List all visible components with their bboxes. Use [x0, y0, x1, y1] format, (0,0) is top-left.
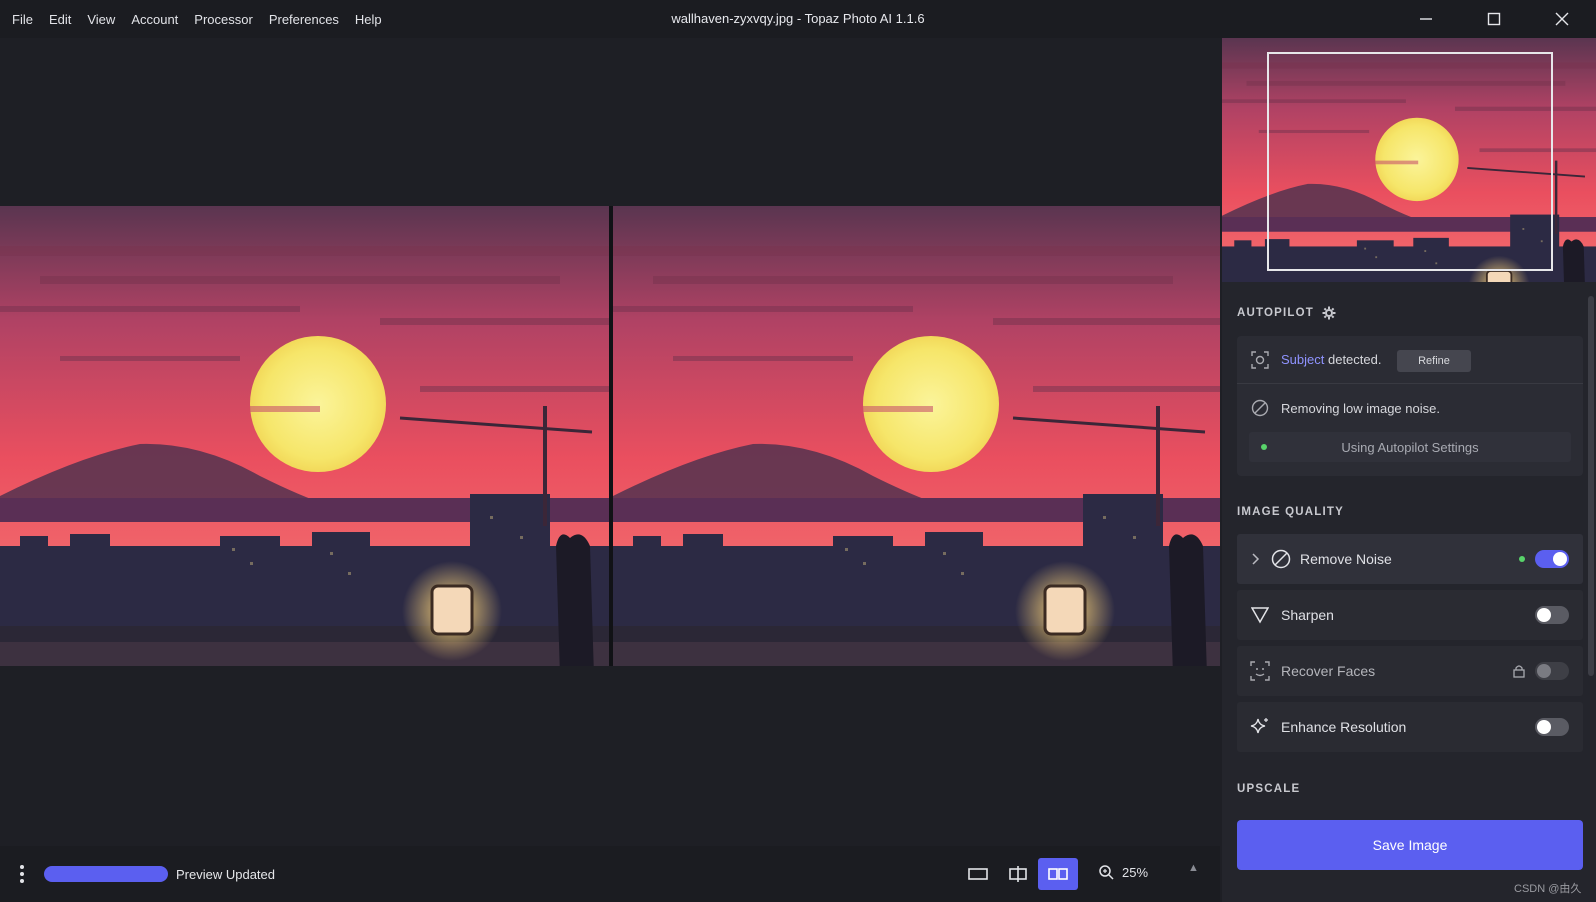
menu-processor[interactable]: Processor: [194, 12, 253, 27]
panel-scrollbar[interactable]: [1588, 296, 1594, 676]
original-image-pane[interactable]: [0, 206, 610, 666]
chevron-right-icon[interactable]: [1251, 553, 1261, 565]
filter-row-enhance-resolution[interactable]: Enhance Resolution: [1237, 702, 1583, 752]
enhance-resolution-toggle[interactable]: [1535, 718, 1569, 736]
original-image: [0, 206, 610, 666]
save-image-button[interactable]: Save Image: [1237, 820, 1583, 870]
watermark-text: CSDN @由久: [1514, 883, 1582, 895]
kebab-menu-icon: [20, 865, 24, 883]
close-icon: [1555, 12, 1569, 26]
menu-edit[interactable]: Edit: [49, 12, 71, 27]
preview-status: Preview Updated: [176, 866, 275, 882]
split-view-icon: [1009, 866, 1027, 882]
single-view-button[interactable]: [958, 858, 998, 890]
navigator-thumbnail[interactable]: [1222, 38, 1596, 282]
zoom-icon: [1099, 865, 1114, 880]
image-quality-section-title: IMAGE QUALITY: [1237, 506, 1344, 518]
recover-faces-icon: [1250, 661, 1270, 681]
lock-icon: [1513, 665, 1525, 678]
refine-button[interactable]: Refine: [1397, 350, 1471, 372]
toggle-knob: [1553, 552, 1567, 566]
sparkle-icon: [1250, 718, 1268, 734]
menu-help[interactable]: Help: [355, 12, 382, 27]
view-mode-group: [958, 858, 1078, 890]
side-by-side-view-button[interactable]: [1038, 858, 1078, 890]
filter-row-recover-faces[interactable]: Recover Faces: [1237, 646, 1583, 696]
autopilot-settings-label: Using Autopilot Settings: [1341, 439, 1479, 455]
autopilot-card: Subject detected. Refine Removing low im…: [1237, 336, 1583, 476]
remove-noise-toggle[interactable]: [1535, 550, 1569, 568]
remove-noise-status-dot: [1519, 556, 1525, 562]
enhance-resolution-label: Enhance Resolution: [1281, 719, 1407, 735]
toggle-knob: [1537, 664, 1551, 678]
bottom-bar: Preview Updated 25% ▲: [0, 846, 1220, 902]
maximize-button[interactable]: [1460, 0, 1528, 38]
navigator-viewport-frame[interactable]: [1267, 52, 1553, 271]
side-by-side-icon: [1048, 868, 1068, 880]
filter-row-sharpen[interactable]: Sharpen: [1237, 590, 1583, 640]
menu-bar: File Edit View Account Processor Prefere…: [0, 0, 398, 38]
zoom-level: 25%: [1122, 864, 1149, 880]
subject-detect-icon: [1251, 351, 1269, 369]
menu-file[interactable]: File: [12, 12, 33, 27]
noise-message: Removing low image noise.: [1281, 401, 1440, 416]
noise-icon: [1251, 399, 1269, 417]
recover-faces-label: Recover Faces: [1281, 663, 1376, 679]
sharpen-icon: [1251, 607, 1269, 624]
subject-link[interactable]: Subject: [1281, 352, 1324, 367]
filter-row-remove-noise[interactable]: Remove Noise: [1237, 534, 1583, 584]
zoom-caret-icon[interactable]: ▲: [1188, 862, 1199, 874]
minimize-icon: [1420, 18, 1432, 20]
minimize-button[interactable]: [1392, 0, 1460, 38]
menu-view[interactable]: View: [87, 12, 115, 27]
subject-status: Subject detected.: [1281, 352, 1381, 367]
window-controls: [1392, 0, 1596, 38]
close-button[interactable]: [1528, 0, 1596, 38]
remove-noise-label: Remove Noise: [1300, 551, 1392, 567]
toggle-knob: [1537, 720, 1551, 734]
autopilot-title: AUTOPILOT: [1237, 307, 1315, 319]
maximize-icon: [1487, 12, 1501, 26]
processed-image: [613, 206, 1220, 666]
upscale-section-title: UPSCALE: [1237, 783, 1301, 795]
subject-row: Subject detected. Refine: [1237, 336, 1583, 384]
single-view-icon: [968, 868, 988, 880]
zoom-control[interactable]: 25%: [1098, 864, 1148, 880]
sharpen-toggle[interactable]: [1535, 606, 1569, 624]
menu-account[interactable]: Account: [131, 12, 178, 27]
more-options-button[interactable]: [0, 864, 44, 884]
subject-status-rest: detected.: [1324, 352, 1382, 367]
toggle-knob: [1537, 608, 1551, 622]
split-view-button[interactable]: [998, 858, 1038, 890]
processed-image-pane[interactable]: [613, 206, 1220, 666]
menu-preferences[interactable]: Preferences: [269, 12, 339, 27]
remove-noise-icon: [1271, 549, 1291, 569]
recover-faces-toggle[interactable]: [1535, 662, 1569, 680]
gear-icon[interactable]: [1322, 306, 1336, 320]
autopilot-status-dot: [1261, 444, 1267, 450]
sharpen-label: Sharpen: [1281, 607, 1334, 623]
right-panel: AUTOPILOT Subject detected. Refine Remov…: [1222, 38, 1596, 902]
title-bar: File Edit View Account Processor Prefere…: [0, 0, 1596, 38]
noise-message-row: Removing low image noise.: [1237, 392, 1583, 424]
preview-progress-bar: [44, 866, 168, 882]
preview-canvas[interactable]: [0, 38, 1220, 846]
autopilot-section-title: AUTOPILOT: [1237, 306, 1336, 320]
autopilot-settings-bar[interactable]: Using Autopilot Settings: [1249, 432, 1571, 462]
